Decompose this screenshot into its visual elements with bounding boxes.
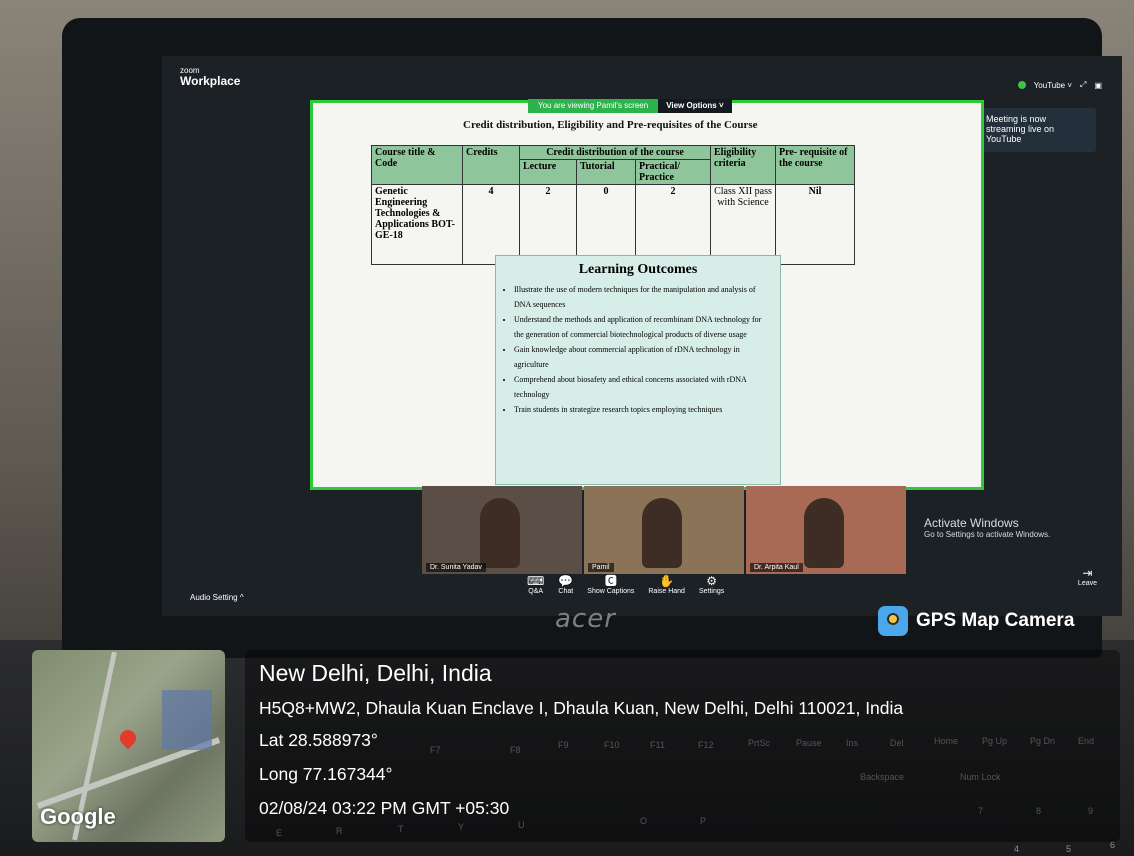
cell-tutorial: 0 [576,184,636,265]
list-item: Gain knowledge about commercial applicat… [514,342,772,372]
meeting-toolbar: ⌨ Q&A 💬 Chat 🅲 Show Captions ✋ Raise Han… [527,574,724,595]
header-eligibility: Eligibility criteria [710,145,776,185]
location-datetime: 02/08/24 03:22 PM GMT +05:30 [259,798,510,818]
cell-course: Genetic Engineering Technologies & Appli… [371,184,463,265]
laptop-brand-logo: acer [555,604,616,634]
location-pin-icon [116,726,140,750]
raise-hand-label: Raise Hand [648,588,685,595]
settings-label: Settings [698,588,725,595]
course-table: Course title & Code Credits Credit distr… [371,145,855,265]
security-shield-icon[interactable] [1017,81,1026,89]
participant-video [642,498,682,568]
settings-button[interactable]: ⚙ Settings [699,574,724,595]
cell-credits: 4 [462,184,520,265]
cell-eligibility: Class XII pass with Science [710,184,776,265]
list-item: Understand the methods and application o… [514,312,772,342]
activate-title: Activate Windows [924,516,1019,530]
video-tile[interactable]: Dr. Sunita Yadav [422,486,582,574]
header-lecture: Lecture [519,159,577,185]
gear-icon: ⚙ [706,574,717,588]
zoom-logo-big: Workplace [180,74,241,88]
youtube-menu[interactable]: YouTube ˅ [1034,81,1072,90]
gps-badge-label: GPS Map Camera [916,610,1075,631]
location-longitude: Long 77.167344° [259,764,393,784]
activate-subtitle: Go to Settings to activate Windows. [924,530,1051,539]
leave-icon: ⇥ [1082,566,1093,580]
header-course: Course title & Code [371,145,463,185]
chat-label: Chat [558,588,574,595]
top-right-controls: YouTube ˅ ⤢ ▣ [1017,80,1102,90]
captions-icon: 🅲 [604,574,617,588]
fullscreen-icon[interactable]: ⤢ [1080,80,1086,90]
streaming-notification: Meeting is now streaming live on YouTube [978,108,1096,152]
activate-windows-watermark: Activate Windows Go to Settings to activ… [924,516,1050,539]
learning-outcomes-box: Learning Outcomes Illustrate the use of … [495,255,781,485]
show-captions-button[interactable]: 🅲 Show Captions [587,574,634,595]
location-latitude: Lat 28.588973° [259,730,378,750]
participant-name: Dr. Arpita Kaul [750,563,803,572]
list-item: Train students in strategize research to… [514,402,772,417]
gps-map-camera-badge: GPS Map Camera [878,606,1074,636]
header-credits: Credits [462,145,520,185]
leave-label: Leave [1077,580,1097,587]
participant-name: Dr. Sunita Yadav [426,563,486,572]
video-tiles: Dr. Sunita Yadav Pamil Dr. Arpita Kaul [422,486,906,574]
screen-share-bar: You are viewing Pamil's screen View Opti… [528,99,732,113]
header-prereq: Pre- requisite of the course [775,145,855,185]
raise-hand-button[interactable]: ✋ Raise Hand [648,574,685,595]
learning-outcomes-title: Learning Outcomes [578,262,698,277]
shared-screen: You are viewing Pamil's screen View Opti… [310,99,984,490]
zoom-logo: zoom Workplace [180,66,241,88]
participant-video [480,498,520,568]
chat-button[interactable]: 💬 Chat [558,574,573,595]
cell-lecture: 2 [519,184,577,265]
video-tile[interactable]: Pamil [584,486,744,574]
location-city: New Delhi, Delhi, India [259,660,492,686]
key-label: 4 [1014,844,1020,854]
location-info-panel: New Delhi, Delhi, India H5Q8+MW2, Dhaula… [245,650,1120,842]
viewing-indicator: You are viewing Pamil's screen [528,99,659,113]
chat-icon: 💬 [558,574,574,588]
participant-video [804,498,844,568]
header-distribution: Credit distribution of the course [519,145,711,160]
header-tutorial: Tutorial [576,159,636,185]
slide-title: Credit distribution, Eligibility and Pre… [463,119,758,131]
learning-outcomes-list: Illustrate the use of modern techniques … [504,282,772,417]
audio-setting-button[interactable]: Audio Setting ^ [190,593,244,602]
table-row: Genetic Engineering Technologies & Appli… [371,184,855,265]
key-label: 5 [1066,844,1072,854]
list-item: Comprehend about biosafety and ethical c… [514,372,772,402]
qa-button[interactable]: ⌨ Q&A [527,574,544,595]
cell-prereq: Nil [775,184,855,265]
map-thumbnail: Google [32,650,225,842]
cell-practical: 2 [635,184,711,265]
list-item: Illustrate the use of modern techniques … [514,282,772,312]
header-practical: Practical/ Practice [635,159,711,185]
gps-camera-icon [878,606,908,636]
view-toggle-icon[interactable]: ▣ [1094,81,1102,90]
captions-label: Show Captions [587,588,635,595]
leave-button[interactable]: ⇥ Leave [1078,566,1097,587]
raise-hand-icon: ✋ [659,574,675,588]
view-options-button[interactable]: View Options ˅ [658,99,732,113]
zoom-window: zoom Workplace YouTube ˅ ⤢ ▣ Meeting is … [162,56,1122,616]
video-tile[interactable]: Dr. Arpita Kaul [746,486,906,574]
participant-name: Pamil [588,563,614,572]
table-header-row: Course title & Code Credits Credit distr… [371,145,855,185]
laptop-lid: zoom Workplace YouTube ˅ ⤢ ▣ Meeting is … [62,18,1122,658]
location-address: H5Q8+MW2, Dhaula Kuan Enclave I, Dhaula … [259,698,904,718]
google-map-label: Google [40,804,116,829]
map-field [162,690,212,750]
qa-label: Q&A [528,588,544,595]
qa-icon: ⌨ [527,574,545,588]
